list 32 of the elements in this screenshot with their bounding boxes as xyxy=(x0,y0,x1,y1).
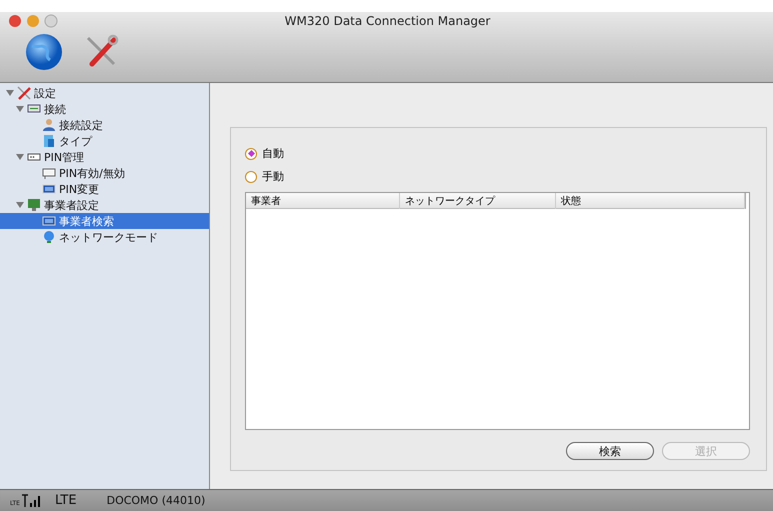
radio-button[interactable] xyxy=(245,170,257,182)
tree-item[interactable]: PIN管理 xyxy=(0,149,209,165)
tree-item[interactable]: 接続設定 xyxy=(0,117,209,133)
expanded-triangle-icon[interactable] xyxy=(6,90,14,96)
globe-icon[interactable] xyxy=(24,32,64,72)
action-button[interactable]: 検索 xyxy=(566,442,654,460)
panel-icon xyxy=(42,166,56,180)
carrier-name: DOCOMO (44010) xyxy=(106,494,206,507)
tree-item[interactable]: 接続 xyxy=(0,101,209,117)
globe-icon xyxy=(42,230,56,244)
person-icon xyxy=(42,118,56,132)
tree-item[interactable]: 事業者検索 xyxy=(0,213,209,229)
tree-item[interactable]: ネットワークモード xyxy=(0,229,209,245)
window-controls-icon[interactable] xyxy=(8,14,60,28)
tree-item[interactable]: PIN有効/無効 xyxy=(0,165,209,181)
column-header[interactable]: 状態 xyxy=(556,193,745,209)
monitor-icon xyxy=(27,198,41,212)
radio-option[interactable]: 手動 xyxy=(245,165,284,188)
screen-icon xyxy=(42,182,56,196)
screen-icon xyxy=(42,214,56,228)
column-header[interactable]: ネットワークタイプ xyxy=(400,193,556,209)
window-title: WM320 Data Connection Manager xyxy=(284,14,492,28)
tools-icon xyxy=(17,86,31,100)
document-icon xyxy=(42,134,56,148)
radio-button[interactable] xyxy=(245,148,257,160)
column-header[interactable]: 事業者 xyxy=(246,193,400,209)
tree-item[interactable]: 設定 xyxy=(0,85,209,101)
tree-item[interactable]: タイプ xyxy=(0,133,209,149)
signal-bars-icon xyxy=(20,494,43,507)
tree-item[interactable]: PIN変更 xyxy=(0,181,209,197)
network-type: LTE xyxy=(54,493,77,508)
radio-option[interactable]: 自動 xyxy=(245,142,284,165)
